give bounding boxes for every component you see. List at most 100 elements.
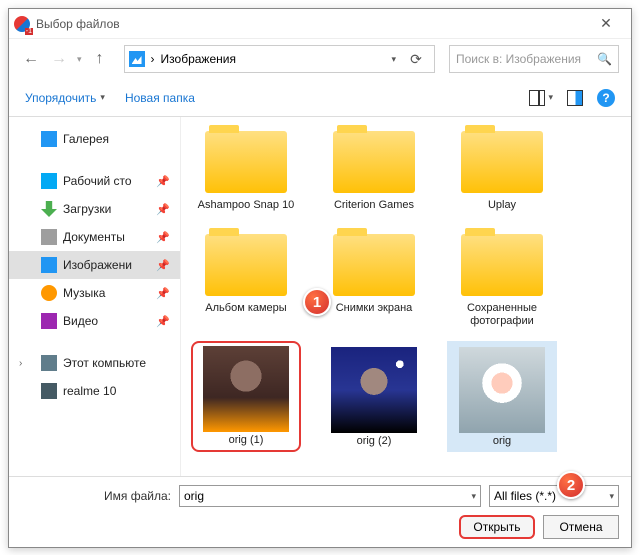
cancel-button[interactable]: Отмена <box>543 515 619 539</box>
chevron-down-icon: ▾ <box>548 92 553 103</box>
annotation-badge-1: 1 <box>303 288 331 316</box>
close-icon[interactable]: ✕ <box>586 15 626 32</box>
sidebar-item-label: Изображени <box>63 258 132 272</box>
item-label: Ashampoo Snap 10 <box>198 199 295 212</box>
search-icon: 🔍 <box>597 52 612 66</box>
item-label: orig <box>493 435 511 448</box>
refresh-icon[interactable]: ⟳ <box>402 51 430 68</box>
pin-icon: 📌 <box>156 175 170 188</box>
back-button[interactable]: ← <box>21 50 41 68</box>
folder-icon <box>461 131 543 193</box>
sidebar-item[interactable]: Видео 📌 <box>9 307 180 335</box>
pin-icon: 📌 <box>156 231 170 244</box>
item-label: Uplay <box>488 199 516 212</box>
thumbnail <box>203 346 289 432</box>
pin-icon: 📌 <box>156 259 170 272</box>
item-label: Criterion Games <box>334 199 414 212</box>
folder-item[interactable]: Ashampoo Snap 10 <box>191 121 301 216</box>
folder-icon <box>41 313 57 329</box>
search-input[interactable]: Поиск в: Изображения 🔍 <box>449 45 619 73</box>
sidebar-item-label: Видео <box>63 314 98 328</box>
device-icon <box>41 355 57 371</box>
sidebar-item[interactable]: Загрузки 📌 <box>9 195 180 223</box>
folder-item[interactable]: Альбом камеры <box>191 224 301 332</box>
chevron-down-icon: ▾ <box>100 92 105 103</box>
file-item[interactable]: orig (2) <box>319 341 429 452</box>
sidebar-item[interactable]: › Этот компьюте <box>9 349 180 377</box>
folder-item[interactable]: Снимки экрана <box>319 224 429 332</box>
chevron-right-icon: › <box>151 52 155 66</box>
sidebar-item[interactable]: Музыка 📌 <box>9 279 180 307</box>
chevron-down-icon[interactable]: ▾ <box>471 491 476 502</box>
open-button[interactable]: Открыть <box>459 515 535 539</box>
chevron-right-icon[interactable]: › <box>19 358 22 369</box>
folder-icon <box>41 285 57 301</box>
path-box[interactable]: › Изображения ▾ ⟳ <box>124 45 435 73</box>
filename-label: Имя файла: <box>21 489 171 503</box>
pictures-icon <box>129 51 145 67</box>
sidebar-item[interactable]: Галерея <box>9 125 180 153</box>
forward-button[interactable]: → <box>49 50 69 68</box>
folder-icon <box>41 201 57 217</box>
folder-item[interactable]: Criterion Games <box>319 121 429 216</box>
file-item[interactable]: orig (1) <box>191 341 301 452</box>
pin-icon: 📌 <box>156 287 170 300</box>
folder-icon <box>461 234 543 296</box>
preview-pane-button[interactable] <box>567 90 583 106</box>
toolbar: Упорядочить ▾ Новая папка ▾ ? <box>9 79 631 117</box>
nav-row: ← → ▾ ↑ › Изображения ▾ ⟳ Поиск в: Изобр… <box>9 39 631 79</box>
file-dialog: Выбор файлов ✕ ← → ▾ ↑ › Изображения ▾ ⟳… <box>8 8 632 548</box>
item-label: Сохраненные фотографии <box>451 302 553 328</box>
titlebar: Выбор файлов ✕ <box>9 9 631 39</box>
app-icon <box>14 16 30 32</box>
folder-item[interactable]: Сохраненные фотографии <box>447 224 557 332</box>
item-label: orig (1) <box>229 434 264 447</box>
footer: Имя файла: orig ▾ All files (*.*) ▾ Откр… <box>9 476 631 547</box>
filename-input[interactable]: orig ▾ <box>179 485 481 507</box>
search-placeholder: Поиск в: Изображения <box>456 52 581 66</box>
sidebar: ГалереяРабочий сто📌Загрузки📌Документы📌Из… <box>9 117 181 476</box>
sidebar-item-label: Музыка <box>63 286 105 300</box>
sidebar-item[interactable]: realme 10 <box>9 377 180 405</box>
folder-icon <box>41 131 57 147</box>
sidebar-item-label: Рабочий сто <box>63 174 132 188</box>
folder-icon <box>41 257 57 273</box>
item-label: Снимки экрана <box>336 302 413 315</box>
annotation-badge-2: 2 <box>557 471 585 499</box>
sidebar-item-label: realme 10 <box>63 384 116 398</box>
sidebar-item[interactable]: Изображени 📌 <box>9 251 180 279</box>
sidebar-item[interactable]: Документы 📌 <box>9 223 180 251</box>
help-icon[interactable]: ? <box>597 89 615 107</box>
filter-select[interactable]: All files (*.*) ▾ <box>489 485 619 507</box>
view-mode-button[interactable]: ▾ <box>529 90 553 106</box>
breadcrumb[interactable]: Изображения <box>161 52 236 66</box>
sidebar-item-label: Загрузки <box>63 202 111 216</box>
path-dropdown-icon[interactable]: ▾ <box>391 54 396 65</box>
pin-icon: 📌 <box>156 315 170 328</box>
view-icon <box>529 90 545 106</box>
chevron-down-icon: ▾ <box>609 491 614 502</box>
up-button[interactable]: ↑ <box>90 50 110 68</box>
organize-button[interactable]: Упорядочить ▾ <box>25 91 105 105</box>
device-icon <box>41 383 57 399</box>
pin-icon: 📌 <box>156 203 170 216</box>
folder-icon <box>41 229 57 245</box>
sidebar-item-label: Документы <box>63 230 125 244</box>
history-dropdown[interactable]: ▾ <box>77 54 82 65</box>
item-label: Альбом камеры <box>205 302 286 315</box>
new-folder-button[interactable]: Новая папка <box>125 91 195 105</box>
file-item[interactable]: orig <box>447 341 557 452</box>
sidebar-item-label: Этот компьюте <box>63 356 146 370</box>
folder-icon <box>41 173 57 189</box>
sidebar-item[interactable]: Рабочий сто 📌 <box>9 167 180 195</box>
file-grid: Ashampoo Snap 10 Criterion Games Uplay Альб… <box>181 117 631 476</box>
thumbnail <box>331 347 417 433</box>
folder-item[interactable]: Uplay <box>447 121 557 216</box>
thumbnail <box>459 347 545 433</box>
folder-icon <box>205 234 287 296</box>
folder-icon <box>333 131 415 193</box>
window-title: Выбор файлов <box>36 17 120 31</box>
sidebar-item-label: Галерея <box>63 132 109 146</box>
item-label: orig (2) <box>357 435 392 448</box>
folder-icon <box>205 131 287 193</box>
